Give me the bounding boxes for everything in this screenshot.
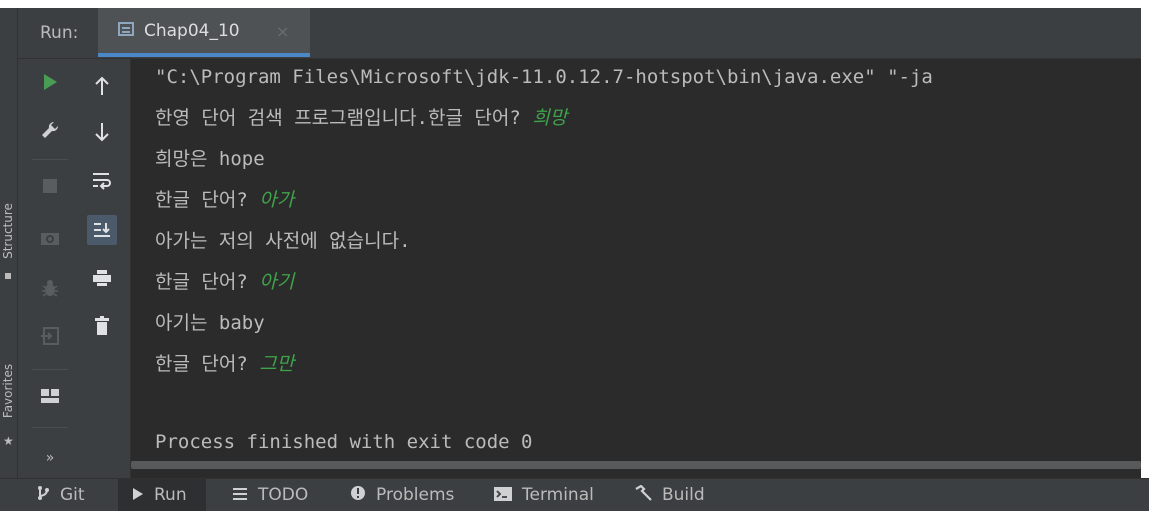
trash-icon[interactable] xyxy=(87,311,117,341)
tool-tab-terminal[interactable]: Terminal xyxy=(494,479,614,511)
soft-wrap-icon[interactable] xyxy=(87,165,117,195)
horizontal-scrollbar[interactable] xyxy=(131,459,1141,471)
structure-icon xyxy=(5,273,11,279)
tab-close-icon[interactable]: × xyxy=(276,22,289,41)
window-frame-right xyxy=(1141,0,1149,510)
toolbar-separator xyxy=(32,427,68,428)
console-line: 한글 단어? 아가 xyxy=(155,189,295,211)
arrow-up-icon[interactable] xyxy=(87,71,117,101)
problems-icon xyxy=(350,485,366,505)
bottom-tool-bar: Git Run TODO Problems Terminal Build xyxy=(0,478,1149,511)
console-line: 한글 단어? 아기 xyxy=(155,271,295,293)
console-line: 한영 단어 검색 프로그램입니다.한글 단어? 희망 xyxy=(155,107,568,129)
console-file-icon xyxy=(118,22,134,36)
run-panel-label: Run: xyxy=(40,23,79,43)
user-input: 아가 xyxy=(259,189,295,211)
active-tab-indicator xyxy=(98,53,310,57)
run-panel-header: Run: Chap04_10 × xyxy=(18,8,1141,59)
arrow-down-icon[interactable] xyxy=(87,117,117,147)
user-input: 희망 xyxy=(532,107,568,129)
console-line: "C:\Program Files\Microsoft\jdk-11.0.12.… xyxy=(155,66,933,88)
layout-icon[interactable] xyxy=(35,381,65,411)
console-line: Process finished with exit code 0 xyxy=(155,431,533,453)
scroll-to-end-icon[interactable] xyxy=(87,215,117,245)
login-icon[interactable] xyxy=(35,321,65,351)
console-line: 아기는 baby xyxy=(155,312,265,334)
tool-tab-git[interactable]: Git xyxy=(36,479,110,511)
console-line: 아가는 저의 사전에 없습니다. xyxy=(155,230,411,252)
favorites-tool-tab[interactable]: Favorites xyxy=(0,359,16,423)
console-line: 한글 단어? 그만 xyxy=(155,353,295,375)
run-toolbar-secondary xyxy=(78,59,131,479)
tool-tab-problems[interactable]: Problems xyxy=(350,479,470,511)
todo-icon xyxy=(232,486,248,505)
user-input: 아기 xyxy=(259,271,295,293)
run-tab-title[interactable]: Chap04_10 xyxy=(144,21,240,41)
tool-tab-run[interactable]: Run xyxy=(118,479,206,511)
git-icon xyxy=(36,485,50,505)
console-line: 희망은 hope xyxy=(155,148,265,170)
run-toolbar-primary: » xyxy=(18,59,78,479)
structure-tool-tab[interactable]: Structure xyxy=(0,199,16,263)
left-tool-strip: Structure Favorites ★ xyxy=(0,8,18,478)
more-chevron-icon[interactable]: » xyxy=(35,443,65,473)
build-hammer-icon xyxy=(634,484,652,505)
star-icon: ★ xyxy=(3,434,14,448)
wrench-icon[interactable] xyxy=(35,115,65,145)
user-input: 그만 xyxy=(259,353,295,375)
run-icon xyxy=(132,486,144,505)
console-output[interactable]: "C:\Program Files\Microsoft\jdk-11.0.12.… xyxy=(131,59,1141,459)
camera-icon[interactable] xyxy=(35,223,65,253)
toolbar-separator xyxy=(32,369,68,370)
toolbar-separator xyxy=(32,159,68,160)
window-frame-top xyxy=(0,0,1149,8)
bug-icon[interactable] xyxy=(35,273,65,303)
terminal-icon xyxy=(494,486,512,505)
print-icon[interactable] xyxy=(87,263,117,293)
stop-icon[interactable] xyxy=(35,171,65,201)
tool-tab-build[interactable]: Build xyxy=(634,479,730,511)
rerun-icon[interactable] xyxy=(35,67,65,97)
tool-tab-todo[interactable]: TODO xyxy=(232,479,328,511)
scrollbar-thumb[interactable] xyxy=(131,461,1141,469)
